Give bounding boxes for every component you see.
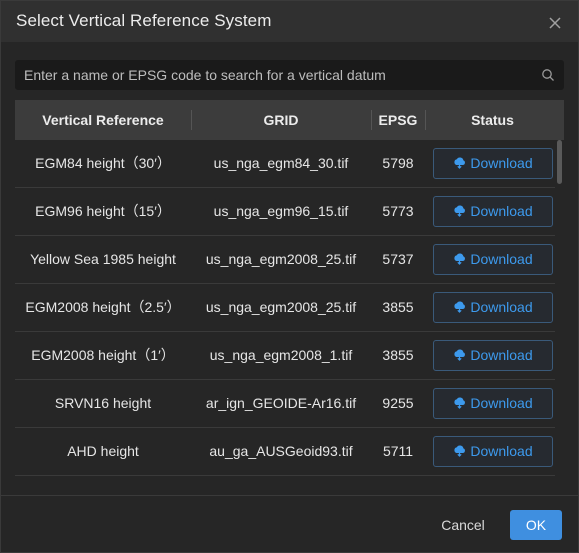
grid-cell: ar_ign_GEOIDE-Ar16.tif xyxy=(205,395,357,411)
epsg-cell: 5737 xyxy=(382,251,414,267)
reference-cell: EGM96 height（15′） xyxy=(35,203,171,219)
epsg-cell: 3855 xyxy=(382,299,414,315)
table-row[interactable]: AHD height au_ga_AUSGeoid93.tif 5711 Dow… xyxy=(15,428,555,476)
download-label: Download xyxy=(470,251,533,267)
download-label: Download xyxy=(470,203,533,219)
download-button[interactable]: Download xyxy=(433,340,553,371)
cloud-download-icon xyxy=(453,445,466,457)
reference-cell: Yellow Sea 1985 height xyxy=(30,251,176,267)
reference-cell: EGM2008 height（2.5′） xyxy=(25,299,181,315)
vertical-reference-dialog: Select Vertical Reference System Vertica… xyxy=(0,0,579,553)
download-label: Download xyxy=(470,299,533,315)
table-row[interactable]: Yellow Sea 1985 height us_nga_egm2008_25… xyxy=(15,236,555,284)
grid-cell: us_nga_egm96_15.tif xyxy=(213,203,349,219)
grid-cell: us_nga_egm2008_25.tif xyxy=(205,299,357,315)
epsg-cell: 5773 xyxy=(382,203,414,219)
footer-divider xyxy=(1,495,578,496)
column-header-epsg: EPSG xyxy=(378,112,418,128)
epsg-cell: 3855 xyxy=(382,347,414,363)
dialog-titlebar: Select Vertical Reference System xyxy=(1,1,578,42)
download-button[interactable]: Download xyxy=(433,436,553,467)
cloud-download-icon xyxy=(453,205,466,217)
table-row[interactable]: SRVN16 height ar_ign_GEOIDE-Ar16.tif 925… xyxy=(15,380,555,428)
download-label: Download xyxy=(470,155,533,171)
grid-cell: au_ga_AUSGeoid93.tif xyxy=(209,443,353,459)
download-label: Download xyxy=(470,395,533,411)
scrollbar-thumb[interactable] xyxy=(557,140,562,184)
table-row[interactable]: EGM84 height（30′） us_nga_egm84_30.tif 57… xyxy=(15,140,555,188)
table-row[interactable]: EGM96 height（15′） us_nga_egm96_15.tif 57… xyxy=(15,188,555,236)
search-input[interactable] xyxy=(24,61,534,89)
download-button[interactable]: Download xyxy=(433,388,553,419)
reference-cell: EGM84 height（30′） xyxy=(35,155,171,171)
table-row[interactable]: EGM2008 height（1′） us_nga_egm2008_1.tif … xyxy=(15,332,555,380)
download-button[interactable]: Download xyxy=(433,196,553,227)
epsg-cell: 5711 xyxy=(382,443,414,459)
table-scrollbar[interactable] xyxy=(556,140,564,478)
download-button[interactable]: Download xyxy=(433,148,553,179)
search-box xyxy=(15,60,564,90)
grid-cell: us_nga_egm2008_1.tif xyxy=(209,347,353,363)
cloud-download-icon xyxy=(453,349,466,361)
download-button[interactable]: Download xyxy=(433,292,553,323)
cloud-download-icon xyxy=(453,253,466,265)
epsg-cell: 5798 xyxy=(382,155,414,171)
column-header-status: Status xyxy=(471,112,514,128)
cloud-download-icon xyxy=(453,301,466,313)
dialog-title: Select Vertical Reference System xyxy=(16,11,272,30)
table-row[interactable]: EGM2008 height（2.5′） us_nga_egm2008_25.t… xyxy=(15,284,555,332)
cloud-download-icon xyxy=(453,157,466,169)
grid-cell: us_nga_egm84_30.tif xyxy=(213,155,349,171)
download-label: Download xyxy=(470,443,533,459)
cancel-button[interactable]: Cancel xyxy=(432,510,494,540)
column-header-vertical-reference: Vertical Reference xyxy=(42,112,164,128)
grid-cell: us_nga_egm2008_25.tif xyxy=(205,251,357,267)
cloud-download-icon xyxy=(453,397,466,409)
close-icon[interactable] xyxy=(545,13,565,33)
download-button[interactable]: Download xyxy=(433,244,553,275)
search-icon[interactable] xyxy=(541,68,555,82)
reference-cell: EGM2008 height（1′） xyxy=(31,347,175,363)
reference-cell: SRVN16 height xyxy=(54,395,152,411)
table-header: Vertical Reference GRID EPSG Status xyxy=(15,100,564,140)
download-label: Download xyxy=(470,347,533,363)
epsg-cell: 9255 xyxy=(382,395,414,411)
ok-button[interactable]: OK xyxy=(510,510,562,540)
vertical-reference-table: Vertical Reference GRID EPSG Status EGM8… xyxy=(15,100,564,478)
reference-cell: AHD height xyxy=(67,443,139,459)
column-header-grid: GRID xyxy=(263,112,299,128)
